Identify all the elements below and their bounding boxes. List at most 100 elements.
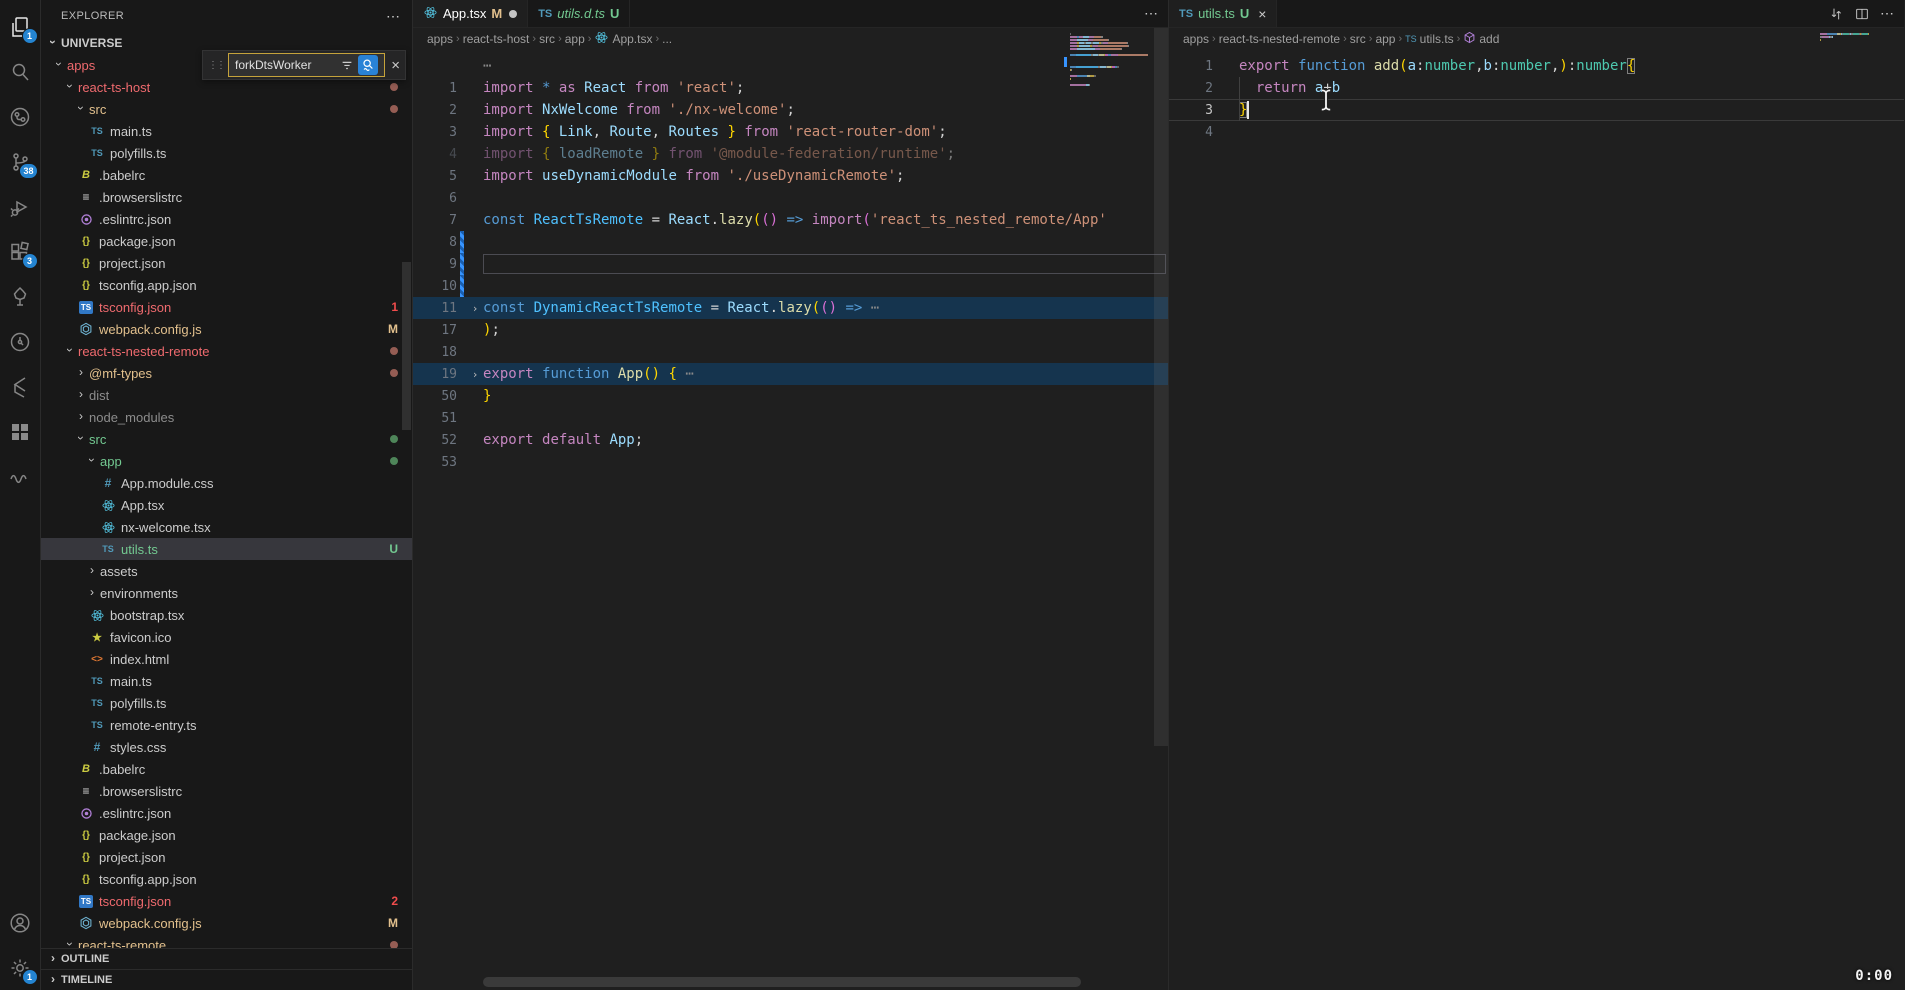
tree-folder-react-ts-nested-remote[interactable]: ›react-ts-nested-remote	[41, 340, 412, 362]
code-line[interactable]: 8	[413, 231, 1168, 253]
breadcrumb-item-apps[interactable]: apps	[427, 32, 453, 46]
tree-file-bootstrap-tsx[interactable]: bootstrap.tsx	[41, 604, 412, 626]
source-control-button[interactable]: 38	[0, 139, 41, 184]
accounts-button[interactable]	[0, 900, 41, 945]
tree-file--browserslistrc[interactable]: ≡.browserslistrc	[41, 186, 412, 208]
tab-utils-ts[interactable]: TSutils.tsU×	[1169, 0, 1277, 27]
tree-file-project-json[interactable]: {}project.json	[41, 846, 412, 868]
custom-extension-c-button[interactable]	[0, 454, 41, 499]
tree-folder-node-modules[interactable]: ›node_modules	[41, 406, 412, 428]
tree-file--eslintrc-json[interactable]: .eslintrc.json	[41, 802, 412, 824]
code-line[interactable]: 4	[1169, 121, 1904, 143]
tree-folder-app[interactable]: ›app	[41, 450, 412, 472]
code-line[interactable]: 4import { loadRemote } from '@module-fed…	[413, 143, 1168, 165]
code-line[interactable]: 2import NxWelcome from './nx-welcome';	[413, 99, 1168, 121]
tree-find-input[interactable]	[235, 58, 339, 72]
minimap[interactable]	[1070, 33, 1154, 90]
tree-file-tsconfig-app-json[interactable]: {}tsconfig.app.json	[41, 868, 412, 890]
tree-folder--mf-types[interactable]: ›@mf-types	[41, 362, 412, 384]
tree-file-styles-css[interactable]: #styles.css	[41, 736, 412, 758]
more-actions-icon[interactable]: ⋯	[1880, 5, 1894, 22]
compare-changes-icon[interactable]	[1828, 6, 1844, 22]
breadcrumb-item-utils-ts[interactable]: TSutils.ts	[1405, 32, 1454, 46]
tree-file-index-html[interactable]: <>index.html	[41, 648, 412, 670]
code-editor-app-tsx[interactable]: ⋯1import * as React from 'react';2import…	[413, 50, 1168, 990]
tree-file--babelrc[interactable]: B.babelrc	[41, 758, 412, 780]
horizontal-scrollbar[interactable]	[483, 977, 1081, 987]
drag-handle-icon[interactable]: ⋮⋮	[208, 60, 224, 71]
tree-file-tsconfig-app-json[interactable]: {}tsconfig.app.json	[41, 274, 412, 296]
code-line[interactable]: ⋯	[413, 55, 1168, 77]
vertical-scrollbar[interactable]	[1154, 28, 1168, 746]
tree-file-polyfills-ts[interactable]: TSpolyfills.ts	[41, 142, 412, 164]
tab-utils-d-ts[interactable]: TSutils.d.tsU	[528, 0, 630, 27]
split-editor-icon[interactable]	[1854, 6, 1870, 22]
code-line[interactable]: 1import * as React from 'react';	[413, 77, 1168, 99]
code-line[interactable]: 3}	[1169, 99, 1904, 121]
breadcrumb-item-src[interactable]: src	[539, 32, 555, 46]
tree-file-project-json[interactable]: {}project.json	[41, 252, 412, 274]
close-icon[interactable]: ×	[391, 57, 400, 74]
code-line[interactable]: 10	[413, 275, 1168, 297]
breadcrumb-item-react-ts-nested-remote[interactable]: react-ts-nested-remote	[1219, 32, 1340, 46]
close-icon[interactable]: ×	[1258, 6, 1266, 22]
breadcrumb-item-react-ts-host[interactable]: react-ts-host	[463, 32, 530, 46]
source-control-graph-button[interactable]	[0, 94, 41, 139]
tree-folder-assets[interactable]: ›assets	[41, 560, 412, 582]
tree-file-app-tsx[interactable]: App.tsx	[41, 494, 412, 516]
code-line[interactable]: 51	[413, 407, 1168, 429]
code-line[interactable]: 52export default App;	[413, 429, 1168, 451]
tree-file-nx-welcome-tsx[interactable]: nx-welcome.tsx	[41, 516, 412, 538]
breadcrumb-item--[interactable]: ...	[662, 32, 672, 46]
tree-file-tsconfig-json[interactable]: TStsconfig.json1	[41, 296, 412, 318]
code-line[interactable]: 19›export function App() { ⋯	[413, 363, 1168, 385]
custom-extension-a-button[interactable]	[0, 364, 41, 409]
tree-file-polyfills-ts[interactable]: TSpolyfills.ts	[41, 692, 412, 714]
history-button[interactable]	[0, 319, 41, 364]
tree-file-app-module-css[interactable]: #App.module.css	[41, 472, 412, 494]
fold-chevron-icon[interactable]: ›	[467, 368, 483, 381]
code-line[interactable]: 3import { Link, Route, Routes } from 're…	[413, 121, 1168, 143]
code-line[interactable]: 17);	[413, 319, 1168, 341]
more-actions-icon[interactable]: ⋯	[1144, 5, 1158, 22]
extensions-button[interactable]: 3	[0, 229, 41, 274]
breadcrumb-item-add[interactable]: add	[1463, 31, 1499, 47]
code-line[interactable]: 7const ReactTsRemote = React.lazy(() => …	[413, 209, 1168, 231]
breadcrumb-item-app[interactable]: app	[565, 32, 585, 46]
code-line[interactable]: 53	[413, 451, 1168, 473]
tree-file-webpack-config-js[interactable]: webpack.config.jsM	[41, 318, 412, 340]
code-line[interactable]: 50}	[413, 385, 1168, 407]
sidebar-scrollbar[interactable]	[402, 262, 411, 430]
fuzzy-search-toggle-icon[interactable]	[358, 55, 378, 75]
minimap[interactable]	[1820, 33, 1904, 45]
filter-icon[interactable]	[339, 57, 355, 73]
breadcrumb-item-apps[interactable]: apps	[1183, 32, 1209, 46]
tree-file-main-ts[interactable]: TSmain.ts	[41, 120, 412, 142]
custom-extension-b-button[interactable]	[0, 409, 41, 454]
tree-folder-environments[interactable]: ›environments	[41, 582, 412, 604]
explorer-button[interactable]: 1	[0, 4, 41, 49]
run-and-debug-button[interactable]	[0, 184, 41, 229]
testing-button[interactable]	[0, 274, 41, 319]
tree-file-webpack-config-js[interactable]: webpack.config.jsM	[41, 912, 412, 934]
tree-file-main-ts[interactable]: TSmain.ts	[41, 670, 412, 692]
search-button[interactable]	[0, 49, 41, 94]
code-line[interactable]: 18	[413, 341, 1168, 363]
tree-file--babelrc[interactable]: B.babelrc	[41, 164, 412, 186]
settings-button[interactable]: 1	[0, 945, 41, 990]
code-line[interactable]: 5import useDynamicModule from './useDyna…	[413, 165, 1168, 187]
code-line[interactable]: 9	[413, 253, 1168, 275]
tree-file-tsconfig-json[interactable]: TStsconfig.json2	[41, 890, 412, 912]
outline-section-header[interactable]: › OUTLINE	[41, 948, 412, 969]
tree-folder-src[interactable]: ›src	[41, 98, 412, 120]
tree-file--eslintrc-json[interactable]: .eslintrc.json	[41, 208, 412, 230]
fold-chevron-icon[interactable]: ›	[467, 302, 483, 315]
tab-app-tsx[interactable]: App.tsxM	[413, 0, 528, 27]
breadcrumb-item-src[interactable]: src	[1350, 32, 1366, 46]
tree-file-favicon-ico[interactable]: ★favicon.ico	[41, 626, 412, 648]
breadcrumb-item-app[interactable]: app	[1375, 32, 1395, 46]
tree-file--browserslistrc[interactable]: ≡.browserslistrc	[41, 780, 412, 802]
tree-folder-react-ts-remote[interactable]: ›react-ts-remote	[41, 934, 412, 948]
tree-file-utils-ts[interactable]: TSutils.tsU	[41, 538, 412, 560]
code-line[interactable]: 11›const DynamicReactTsRemote = React.la…	[413, 297, 1168, 319]
